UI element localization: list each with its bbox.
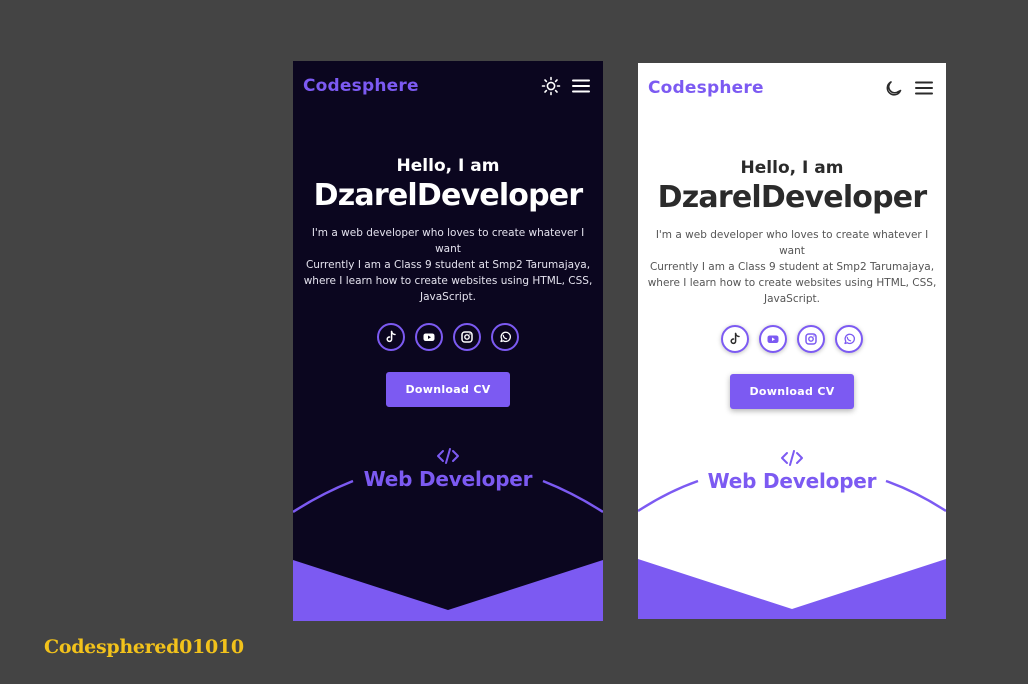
tiktok-icon [730, 332, 740, 345]
hero-description: I'm a web developer who loves to create … [647, 227, 937, 307]
code-icon [781, 450, 803, 466]
navbar: Codesphere [638, 63, 946, 113]
description-line: I'm a web developer who loves to create … [311, 227, 585, 255]
download-cv-button[interactable]: Download CV [386, 372, 510, 407]
tiktok-icon [386, 330, 396, 343]
youtube-icon [767, 335, 779, 343]
greeting: Hello, I am [396, 156, 500, 176]
brand-logo[interactable]: Codesphere [648, 78, 764, 98]
brand-logo[interactable]: Codesphere [303, 76, 419, 96]
watermark-text: Codesphered01010 [44, 636, 244, 658]
hamburger-menu-icon[interactable] [571, 76, 591, 96]
developer-name: DzarelDeveloper [657, 180, 928, 215]
instagram-icon [805, 333, 817, 345]
whatsapp-link[interactable] [491, 323, 519, 351]
whatsapp-link[interactable] [835, 325, 863, 353]
youtube-icon [423, 333, 435, 341]
dark-mode-preview: Codesphere Hello, I am DzarelDeveloper I… [293, 61, 603, 621]
hero-section: Hello, I am DzarelDeveloper I'm a web de… [638, 158, 946, 307]
tiktok-link[interactable] [721, 325, 749, 353]
social-links [293, 323, 603, 353]
sun-icon[interactable] [541, 76, 561, 96]
greeting: Hello, I am [740, 158, 844, 178]
hero-section: Hello, I am DzarelDeveloper I'm a web de… [293, 156, 603, 305]
description-line: Currently I am a Class 9 student at Smp2… [647, 261, 937, 305]
moon-icon[interactable] [884, 78, 904, 98]
role-title: Web Developer [707, 469, 877, 493]
hero-description: I'm a web developer who loves to create … [303, 225, 593, 305]
light-mode-preview: Codesphere Hello, I am DzarelDeveloper I… [638, 63, 946, 619]
youtube-link[interactable] [759, 325, 787, 353]
navbar: Codesphere [293, 61, 603, 111]
whatsapp-icon [500, 331, 511, 343]
youtube-link[interactable] [415, 323, 443, 351]
role-title: Web Developer [363, 467, 533, 491]
tiktok-link[interactable] [377, 323, 405, 351]
download-cv-button[interactable]: Download CV [730, 374, 854, 409]
description-line: Currently I am a Class 9 student at Smp2… [303, 259, 593, 303]
description-line: I'm a web developer who loves to create … [655, 229, 929, 257]
instagram-link[interactable] [453, 323, 481, 351]
instagram-link[interactable] [797, 325, 825, 353]
whatsapp-icon [844, 333, 855, 345]
instagram-icon [461, 331, 473, 343]
social-links [638, 325, 946, 355]
developer-name: DzarelDeveloper [313, 178, 584, 213]
code-icon [437, 448, 459, 464]
hamburger-menu-icon[interactable] [914, 78, 934, 98]
